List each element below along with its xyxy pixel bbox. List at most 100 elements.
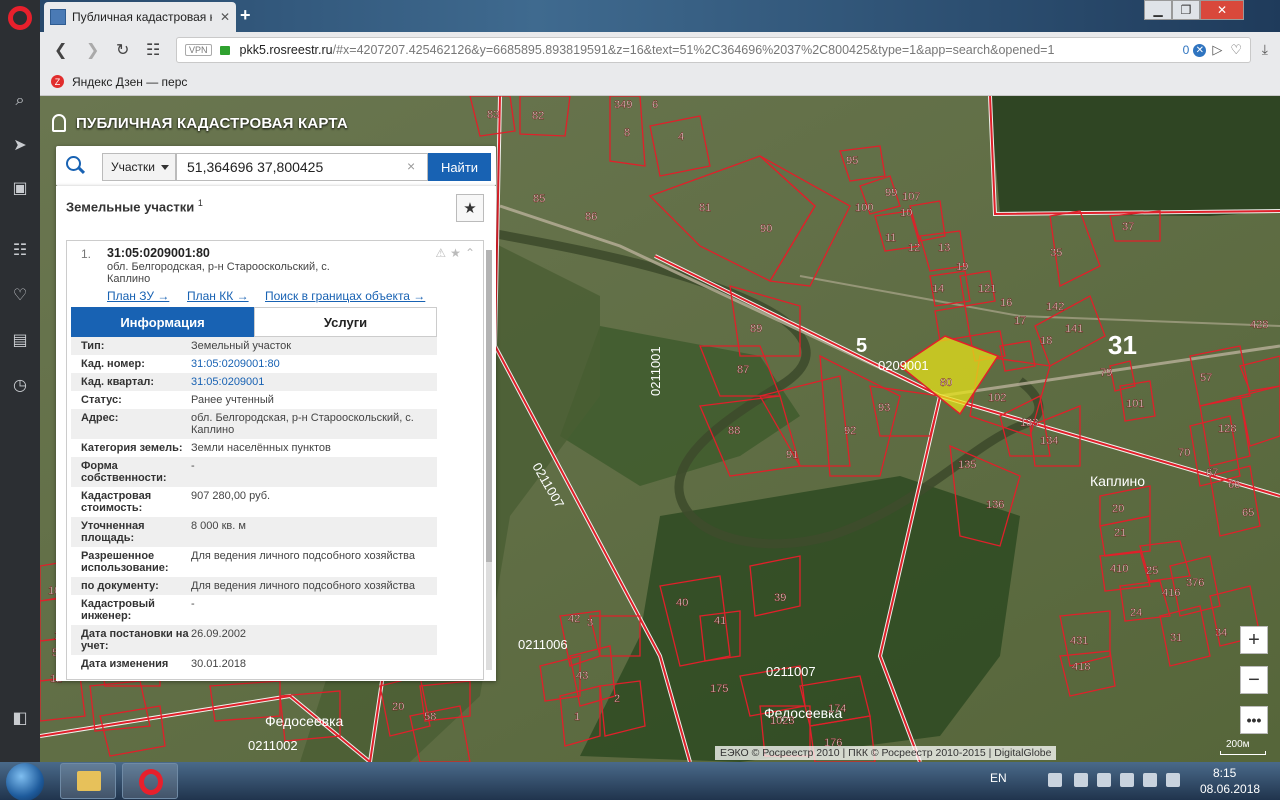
tab-services[interactable]: Услуги [254, 307, 437, 337]
search-type-select[interactable]: Участки [102, 153, 176, 181]
parcel-number-label[interactable]: 431 [1070, 635, 1089, 647]
parcel-number-label[interactable]: 141 [1065, 323, 1084, 335]
results-scrollbar-thumb[interactable] [486, 250, 492, 562]
parcel-number-label[interactable]: 65 [1242, 507, 1255, 519]
parcel-number-label[interactable]: 21 [1114, 527, 1127, 539]
parcel-number-label[interactable]: 24 [1130, 607, 1143, 619]
search-icon[interactable]: ⌕ [0, 86, 40, 116]
download-icon[interactable]: ⤓ [1262, 41, 1268, 58]
taskbar-opera[interactable] [122, 763, 178, 799]
tray-app-icon[interactable] [1074, 773, 1088, 787]
parcel-number-label[interactable]: 81 [699, 202, 712, 214]
parcel-number-label[interactable]: 10 [900, 207, 913, 219]
parcel-number-label[interactable]: 175 [710, 683, 729, 695]
parcel-number-label[interactable]: 91 [786, 449, 799, 461]
star-icon[interactable]: ★ [450, 246, 461, 260]
parcel-number-label[interactable]: 67 [1206, 467, 1219, 479]
parcel-number-label[interactable]: 40 [676, 597, 689, 609]
new-tab-button[interactable]: + [240, 5, 251, 26]
parcel-number-label[interactable]: 86 [585, 211, 598, 223]
minimize-icon[interactable]: ▁ [1144, 0, 1172, 20]
volume-icon[interactable] [1120, 773, 1134, 787]
parcel-number-label[interactable]: 13 [938, 242, 951, 254]
parcel-number-label[interactable]: 136 [986, 499, 1005, 511]
news-icon[interactable]: ▤ [0, 325, 40, 355]
parcel-number-label[interactable]: 79 [1100, 367, 1113, 379]
camera-icon[interactable]: ▣ [0, 173, 40, 203]
parcel-number-label[interactable]: 35 [1050, 247, 1063, 259]
search-input[interactable] [176, 153, 428, 181]
favorite-star-icon[interactable]: ★ [456, 194, 484, 222]
send-icon[interactable]: ➤ [0, 130, 40, 160]
tab-rosreestr[interactable]: Публичная кадастровая к ✕ [44, 2, 236, 32]
parcel-number-label[interactable]: 19 [956, 261, 969, 273]
tray-app-icon[interactable] [1097, 773, 1111, 787]
parcel-number-label[interactable]: 128 [1218, 423, 1237, 435]
parcel-number-label[interactable]: 1 [574, 711, 581, 723]
opera-logo-icon[interactable] [8, 6, 32, 30]
info-value[interactable]: 31:05:0209001:80 [191, 358, 437, 370]
parcel-number-label[interactable]: 31 [1170, 632, 1183, 644]
parcel-number-label[interactable]: 3 [587, 617, 594, 629]
parcel-number-label[interactable]: 58 [424, 711, 437, 723]
parcel-number-label[interactable]: 99 [885, 187, 898, 199]
parcel-number-label[interactable]: 100 [855, 202, 874, 214]
clock-date[interactable]: 08.06.2018 [1200, 782, 1260, 796]
parcel-number-label[interactable]: 121 [978, 283, 997, 295]
parcel-number-label[interactable]: 88 [728, 425, 741, 437]
result-cadnum[interactable]: 31:05:0209001:80 [107, 246, 210, 260]
clock-time[interactable]: 8:15 [1213, 766, 1236, 780]
parcel-number-label[interactable]: 16 [1000, 297, 1013, 309]
adblock-count[interactable]: 0 [1183, 43, 1190, 57]
heart-icon[interactable]: ♡ [0, 280, 40, 310]
parcel-number-label[interactable]: 6 [652, 99, 659, 111]
vpn-badge[interactable]: VPN [185, 44, 212, 56]
network-icon[interactable] [1143, 773, 1157, 787]
info-value[interactable]: 31:05:0209001 [191, 376, 437, 388]
parcel-number-label[interactable]: 39 [774, 592, 787, 604]
sidebar-toggle-icon[interactable]: ◧ [0, 703, 40, 733]
language-indicator[interactable]: EN [990, 771, 1007, 785]
parcel-number-label[interactable]: 349 [614, 99, 633, 111]
search-button[interactable]: Найти [428, 153, 491, 181]
parcel-number-label[interactable]: 25 [1146, 565, 1159, 577]
url-text[interactable]: pkk5.rosreestr.ru/#x=4207207.425462126&y… [240, 43, 1183, 57]
bookmark-zen[interactable]: Яндекс Дзен — перс [72, 75, 187, 89]
parcel-number-label[interactable]: 89 [750, 323, 763, 335]
parcel-number-label[interactable]: 142 [1046, 301, 1065, 313]
parcel-number-label[interactable]: 428 [1250, 319, 1269, 331]
parcel-number-label[interactable]: 83 [487, 109, 500, 121]
plan-kk-link[interactable]: План КК → [187, 289, 249, 303]
parcel-number-label[interactable]: 87 [737, 364, 750, 376]
parcel-number-label[interactable]: 90 [760, 223, 773, 235]
clear-icon[interactable]: × [407, 158, 415, 174]
parcel-number-label[interactable]: 174 [828, 703, 847, 715]
parcel-number-label[interactable]: 92 [844, 425, 857, 437]
parcel-number-label[interactable]: 8 [624, 127, 631, 139]
search-icon[interactable] [66, 156, 81, 171]
parcel-number-label[interactable]: 41 [714, 615, 727, 627]
parcel-number-label[interactable]: 107 [902, 191, 921, 203]
parcel-number-label[interactable]: 135 [958, 459, 977, 471]
parcel-number-label[interactable]: 42 [568, 613, 581, 625]
tabs-grid-icon[interactable]: ☷ [146, 40, 160, 60]
close-icon[interactable]: ✕ [220, 10, 230, 24]
adblock-icon[interactable]: ✕ [1193, 43, 1207, 57]
zoom-out-button[interactable]: − [1240, 666, 1268, 694]
parcel-number-label[interactable]: 12 [908, 242, 921, 254]
tray-app-icon[interactable] [1166, 773, 1180, 787]
parcel-number-label[interactable]: 418 [1072, 661, 1091, 673]
parcel-number-label[interactable]: 82 [532, 110, 545, 122]
start-button[interactable] [6, 763, 44, 800]
speed-dial-icon[interactable]: ☷ [0, 235, 40, 265]
forward-icon[interactable]: ❯ [86, 40, 99, 60]
history-icon[interactable]: ◷ [0, 370, 40, 400]
chevron-up-icon[interactable]: ⌃ [465, 246, 475, 260]
parcel-number-label[interactable]: 57 [1200, 372, 1213, 384]
parcel-number-label[interactable]: 70 [1178, 447, 1191, 459]
parcel-number-label[interactable]: 37 [1122, 221, 1135, 233]
tray-app-icon[interactable] [1048, 773, 1062, 787]
parcel-number-label[interactable]: 34 [1215, 627, 1228, 639]
parcel-number-label[interactable]: 85 [533, 193, 546, 205]
parcel-number-label[interactable]: 2 [614, 693, 621, 705]
